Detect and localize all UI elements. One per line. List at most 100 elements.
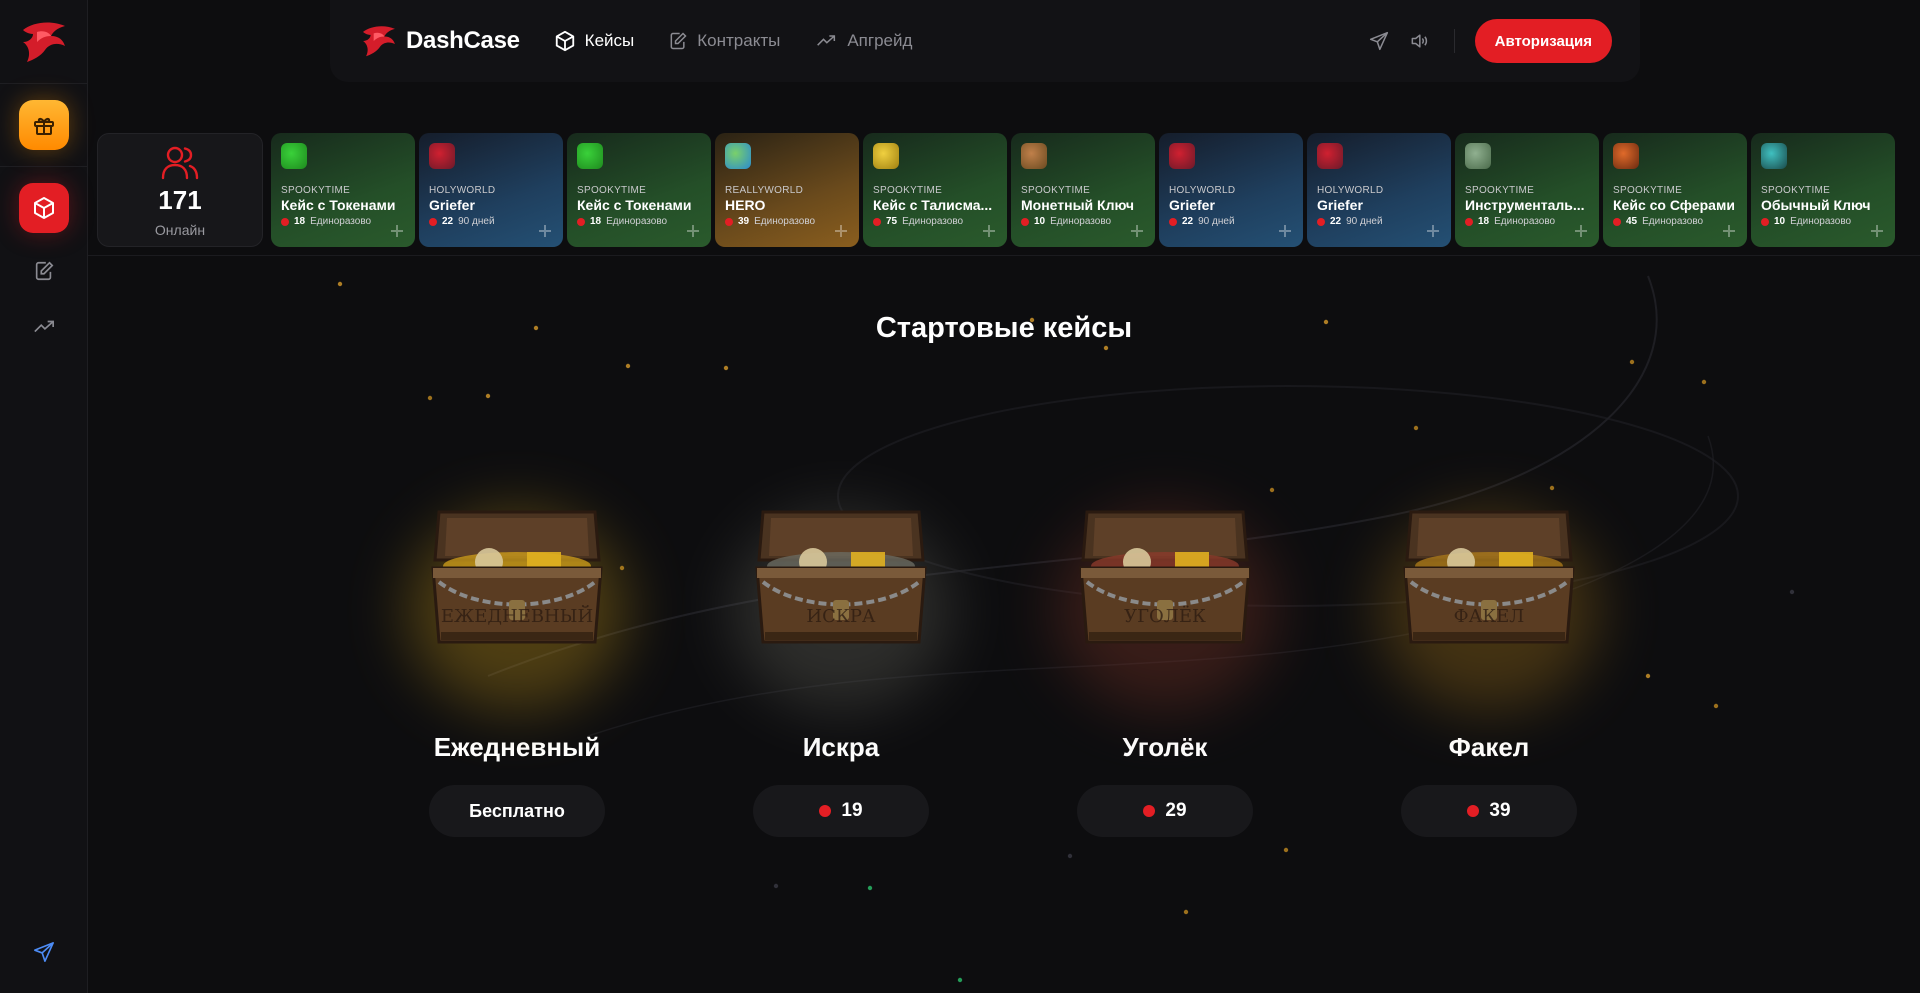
coin-icon	[725, 217, 733, 226]
drop-duration: Единоразово	[754, 216, 816, 227]
drop-meta: 22 90 дней	[429, 216, 553, 227]
spark-dot	[773, 883, 779, 889]
case-name: Уголёк	[1122, 732, 1208, 762]
drop-meta: 22 90 дней	[1169, 216, 1293, 227]
telegram-button[interactable]	[1366, 28, 1392, 54]
header-divider	[1453, 29, 1455, 53]
case-price-button[interactable]: 29	[1077, 785, 1253, 837]
sidebar-item-upgrade[interactable]	[24, 309, 64, 345]
top-header: DashCase Кейсы Контракты Апгрейд Авториз…	[330, 0, 1640, 82]
drop-duration: Единоразово	[310, 216, 372, 227]
live-drop-card[interactable]: REALLYWORLD HERO 39 Единоразово	[715, 133, 859, 247]
trending-up-icon	[33, 320, 54, 333]
live-drop-card[interactable]: SPOOKYTIME Кейс с Талисма... 75 Единоразово	[863, 133, 1007, 247]
coin-icon	[1465, 217, 1473, 226]
sound-toggle[interactable]	[1406, 28, 1432, 54]
live-drop-card[interactable]: HOLYWORLD Griefer 22 90 дней	[1159, 133, 1303, 247]
drop-title: Монетный Ключ	[1021, 197, 1135, 213]
case-price-button[interactable]: Бесплатно	[429, 785, 605, 837]
case-card[interactable]: УГОЛЁК Уголёк 29	[1045, 470, 1285, 850]
case-name: Ежедневный	[433, 732, 601, 762]
drop-server: SPOOKYTIME	[281, 185, 351, 196]
coin-icon	[1317, 217, 1325, 226]
spark-dot	[625, 363, 631, 369]
sidebar-telegram[interactable]	[0, 941, 88, 963]
case-card[interactable]: ЕЖЕДНЕВНЫЙ Ежедневный Бесплатно	[397, 470, 637, 850]
live-drop-card[interactable]: SPOOKYTIME Монетный Ключ 10 Единоразово	[1011, 133, 1155, 247]
drop-duration: 90 дней	[458, 216, 495, 227]
live-drop-card[interactable]: HOLYWORLD Griefer 22 90 дней	[419, 133, 563, 247]
case-price: Бесплатно	[469, 800, 565, 821]
nav-upgrade[interactable]: Апгрейд	[814, 31, 912, 51]
drop-title: Инструменталь...	[1465, 197, 1585, 213]
plus-icon	[1131, 225, 1143, 237]
dragon-logo-icon	[22, 22, 65, 62]
chest-label: ФАКЕЛ	[1454, 606, 1525, 627]
drop-meta: 22 90 дней	[1317, 216, 1441, 227]
coin-key-icon	[1021, 143, 1047, 169]
auth-button[interactable]: Авторизация	[1474, 19, 1612, 63]
drop-price: 22	[1330, 216, 1342, 227]
nav-contracts[interactable]: Контракты	[668, 31, 780, 51]
live-drop-card[interactable]: SPOOKYTIME Инструменталь... 18 Единоразово	[1455, 133, 1599, 247]
spark-dot	[1629, 359, 1635, 365]
drop-server: SPOOKYTIME	[1761, 185, 1831, 196]
drop-title: Кейс с Токенами	[577, 197, 692, 213]
treasure-chest-icon: УГОЛЁК	[1079, 510, 1251, 644]
case-price: 29	[1165, 800, 1187, 821]
tools-icon	[1465, 143, 1491, 169]
red-rank-icon	[1169, 143, 1195, 169]
treasure-chest-icon: ЕЖЕДНЕВНЫЙ	[431, 510, 603, 644]
case-price-button[interactable]: 39	[1401, 785, 1577, 837]
telegram-icon	[34, 942, 54, 962]
edit-document-icon	[35, 261, 53, 281]
case-card[interactable]: ИСКРА Искра 19	[721, 470, 961, 850]
brand[interactable]: DashCase	[360, 24, 520, 58]
live-drops-feed: SPOOKYTIME Кейс с Токенами 18 Единоразово HO…	[271, 133, 1895, 247]
live-drop-card[interactable]: SPOOKYTIME Кейс со Сферами 45 Единоразово	[1603, 133, 1747, 247]
drop-price: 18	[590, 216, 602, 227]
plus-icon	[687, 225, 699, 237]
coin-icon	[577, 217, 585, 226]
live-drop-card[interactable]: SPOOKYTIME Обычный Ключ 10 Единоразово	[1751, 133, 1895, 247]
drop-server: HOLYWORLD	[1317, 185, 1384, 196]
spheres-icon	[1613, 143, 1639, 169]
treasure-chest-icon: ФАКЕЛ	[1403, 510, 1575, 644]
sidebar	[0, 0, 88, 993]
coin-icon	[1467, 805, 1480, 817]
drop-price: 18	[294, 216, 306, 227]
spark-dot	[1183, 909, 1189, 915]
online-count: 171	[158, 185, 202, 215]
live-drop-card[interactable]: SPOOKYTIME Кейс с Токенами 18 Единоразово	[271, 133, 415, 247]
case-name: Факел	[1448, 732, 1530, 762]
coin-icon	[1761, 217, 1769, 226]
plus-icon	[1279, 225, 1291, 237]
sidebar-logo[interactable]	[0, 0, 88, 84]
drop-duration: 90 дней	[1198, 216, 1235, 227]
sidebar-item-cases[interactable]	[18, 183, 69, 233]
case-price-button[interactable]: 19	[753, 785, 929, 837]
red-rank-icon	[429, 143, 455, 169]
drop-duration: Единоразово	[1494, 216, 1556, 227]
header-actions: Авторизация	[1352, 19, 1612, 63]
spark-dot	[1701, 379, 1707, 385]
drop-meta: 18 Единоразово	[577, 216, 701, 227]
red-rank-icon	[1317, 143, 1343, 169]
case-card[interactable]: ФАКЕЛ Факел 39	[1369, 470, 1609, 850]
strip-divider	[88, 255, 1920, 256]
plus-icon	[391, 225, 403, 237]
talisman-icon	[873, 143, 899, 169]
drop-duration: Единоразово	[1050, 216, 1112, 227]
case-name: Искра	[802, 732, 880, 762]
live-drop-card[interactable]: SPOOKYTIME Кейс с Токенами 18 Единоразово	[567, 133, 711, 247]
coin-icon	[1021, 217, 1029, 226]
drop-title: Кейс с Талисма...	[873, 197, 993, 213]
sidebar-item-contracts[interactable]	[24, 253, 64, 289]
nav-cases[interactable]: Кейсы	[554, 30, 634, 52]
coin-icon	[819, 805, 832, 817]
case-price: 19	[841, 800, 863, 821]
gift-button[interactable]	[18, 100, 69, 150]
drop-price: 18	[1478, 216, 1490, 227]
live-drop-card[interactable]: HOLYWORLD Griefer 22 90 дней	[1307, 133, 1451, 247]
drop-price: 75	[886, 216, 898, 227]
